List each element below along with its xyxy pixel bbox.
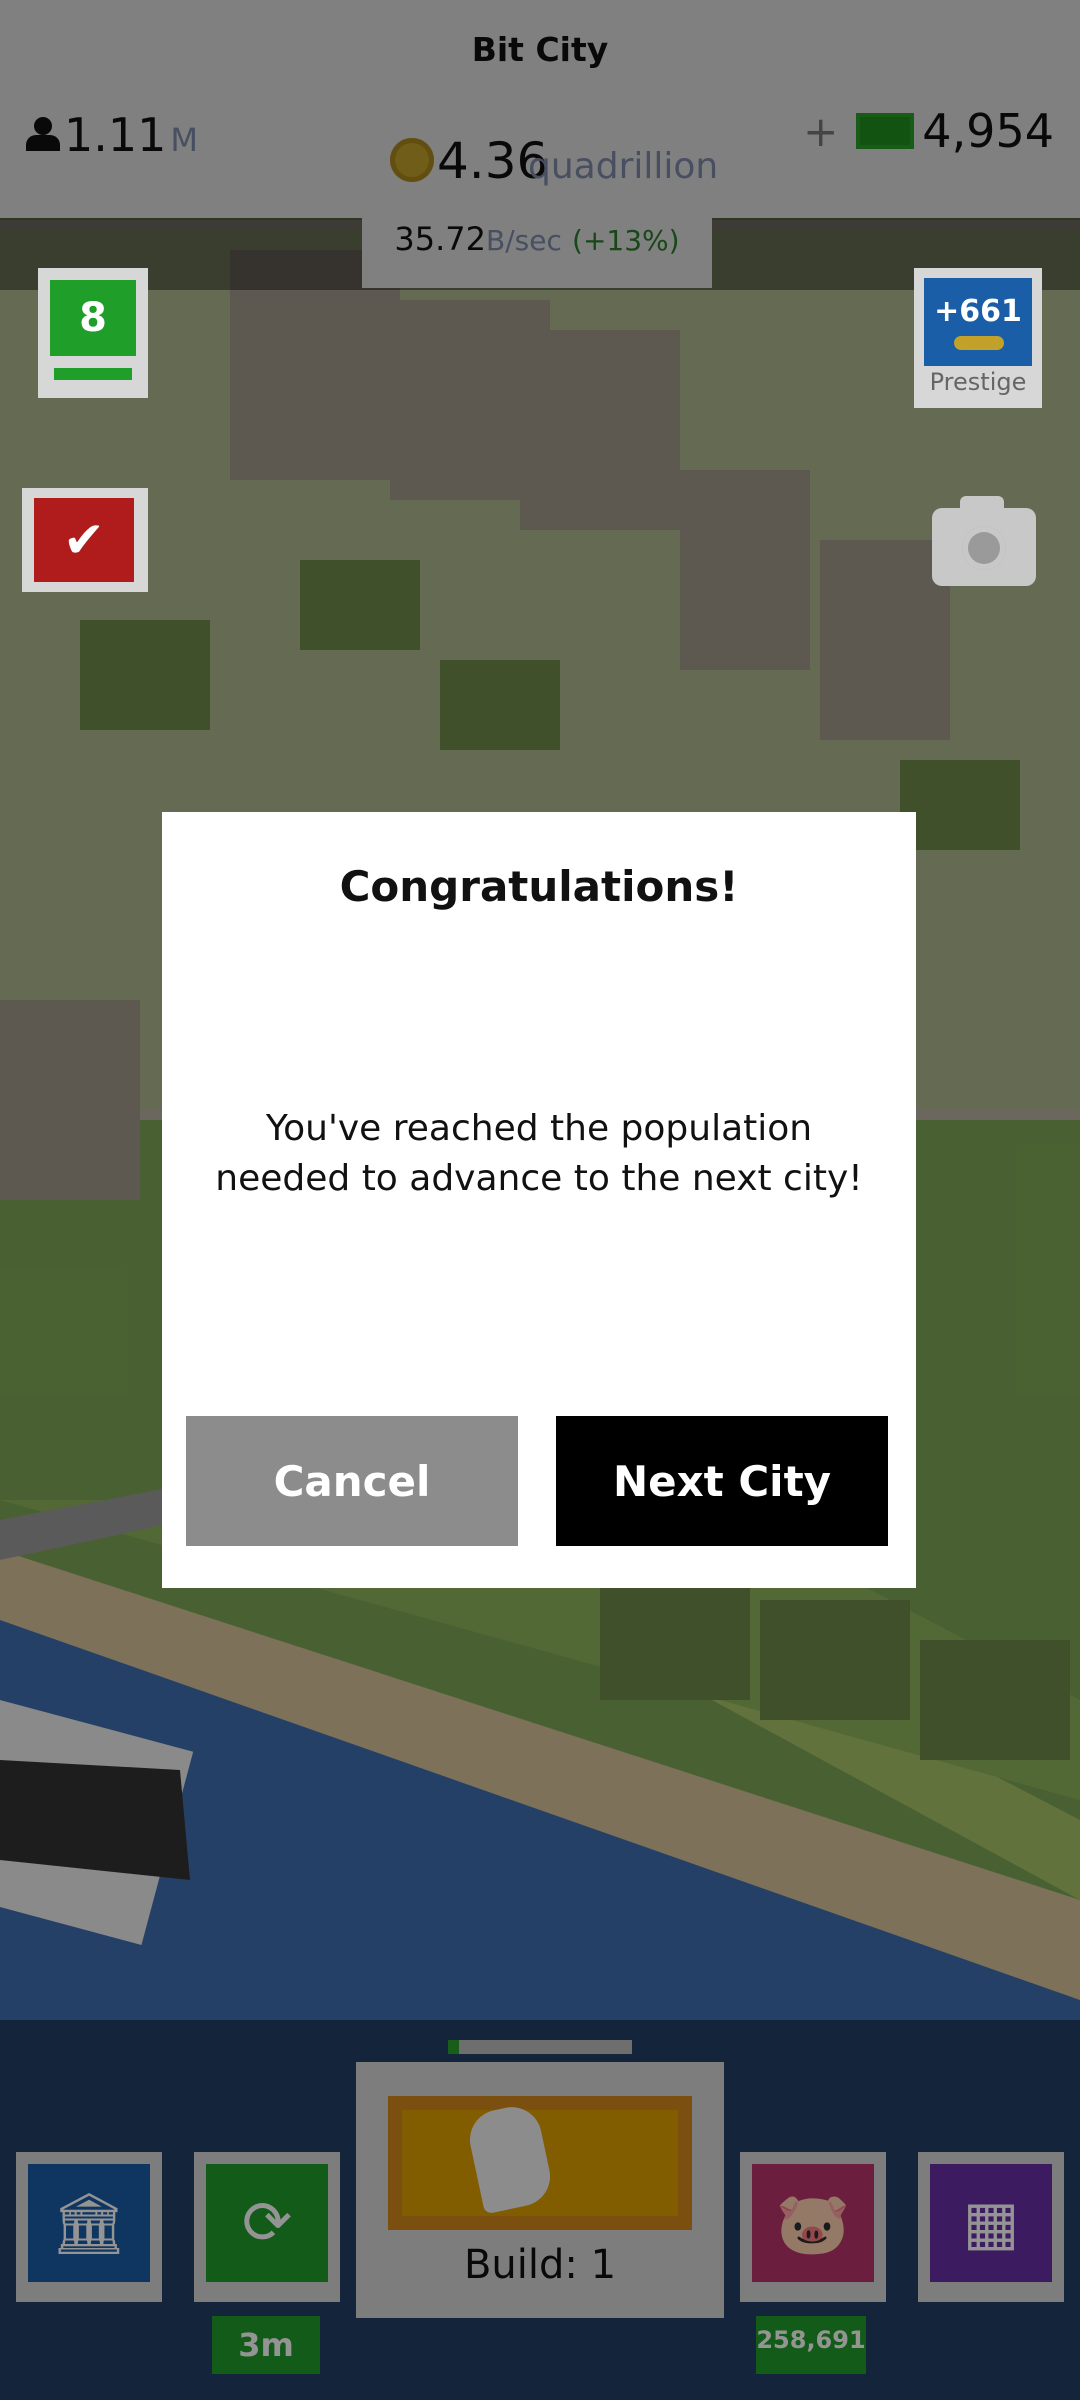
prestige-label: Prestige	[929, 368, 1027, 396]
level-button[interactable]: 8	[38, 268, 148, 398]
prestige-value: +661	[934, 294, 1022, 329]
key-icon	[954, 336, 1004, 350]
tasks-button[interactable]: ✔	[22, 488, 148, 592]
cancel-button[interactable]: Cancel	[186, 1416, 518, 1546]
level-value: 8	[50, 280, 136, 356]
checkmark-icon: ✔	[34, 498, 134, 582]
level-progress-bar	[54, 368, 132, 380]
dialog-message: You've reached the population needed to …	[215, 1108, 863, 1199]
camera-button[interactable]	[932, 496, 1036, 586]
camera-icon	[962, 526, 1006, 570]
prestige-button[interactable]: +661 Prestige	[914, 268, 1042, 408]
hud-dim-overlay	[0, 0, 1080, 290]
dialog-title: Congratulations!	[339, 862, 739, 911]
bottom-dim-overlay	[0, 2020, 1080, 2400]
next-city-button[interactable]: Next City	[556, 1416, 888, 1546]
congratulations-dialog: Congratulations! You've reached the popu…	[162, 812, 916, 1588]
